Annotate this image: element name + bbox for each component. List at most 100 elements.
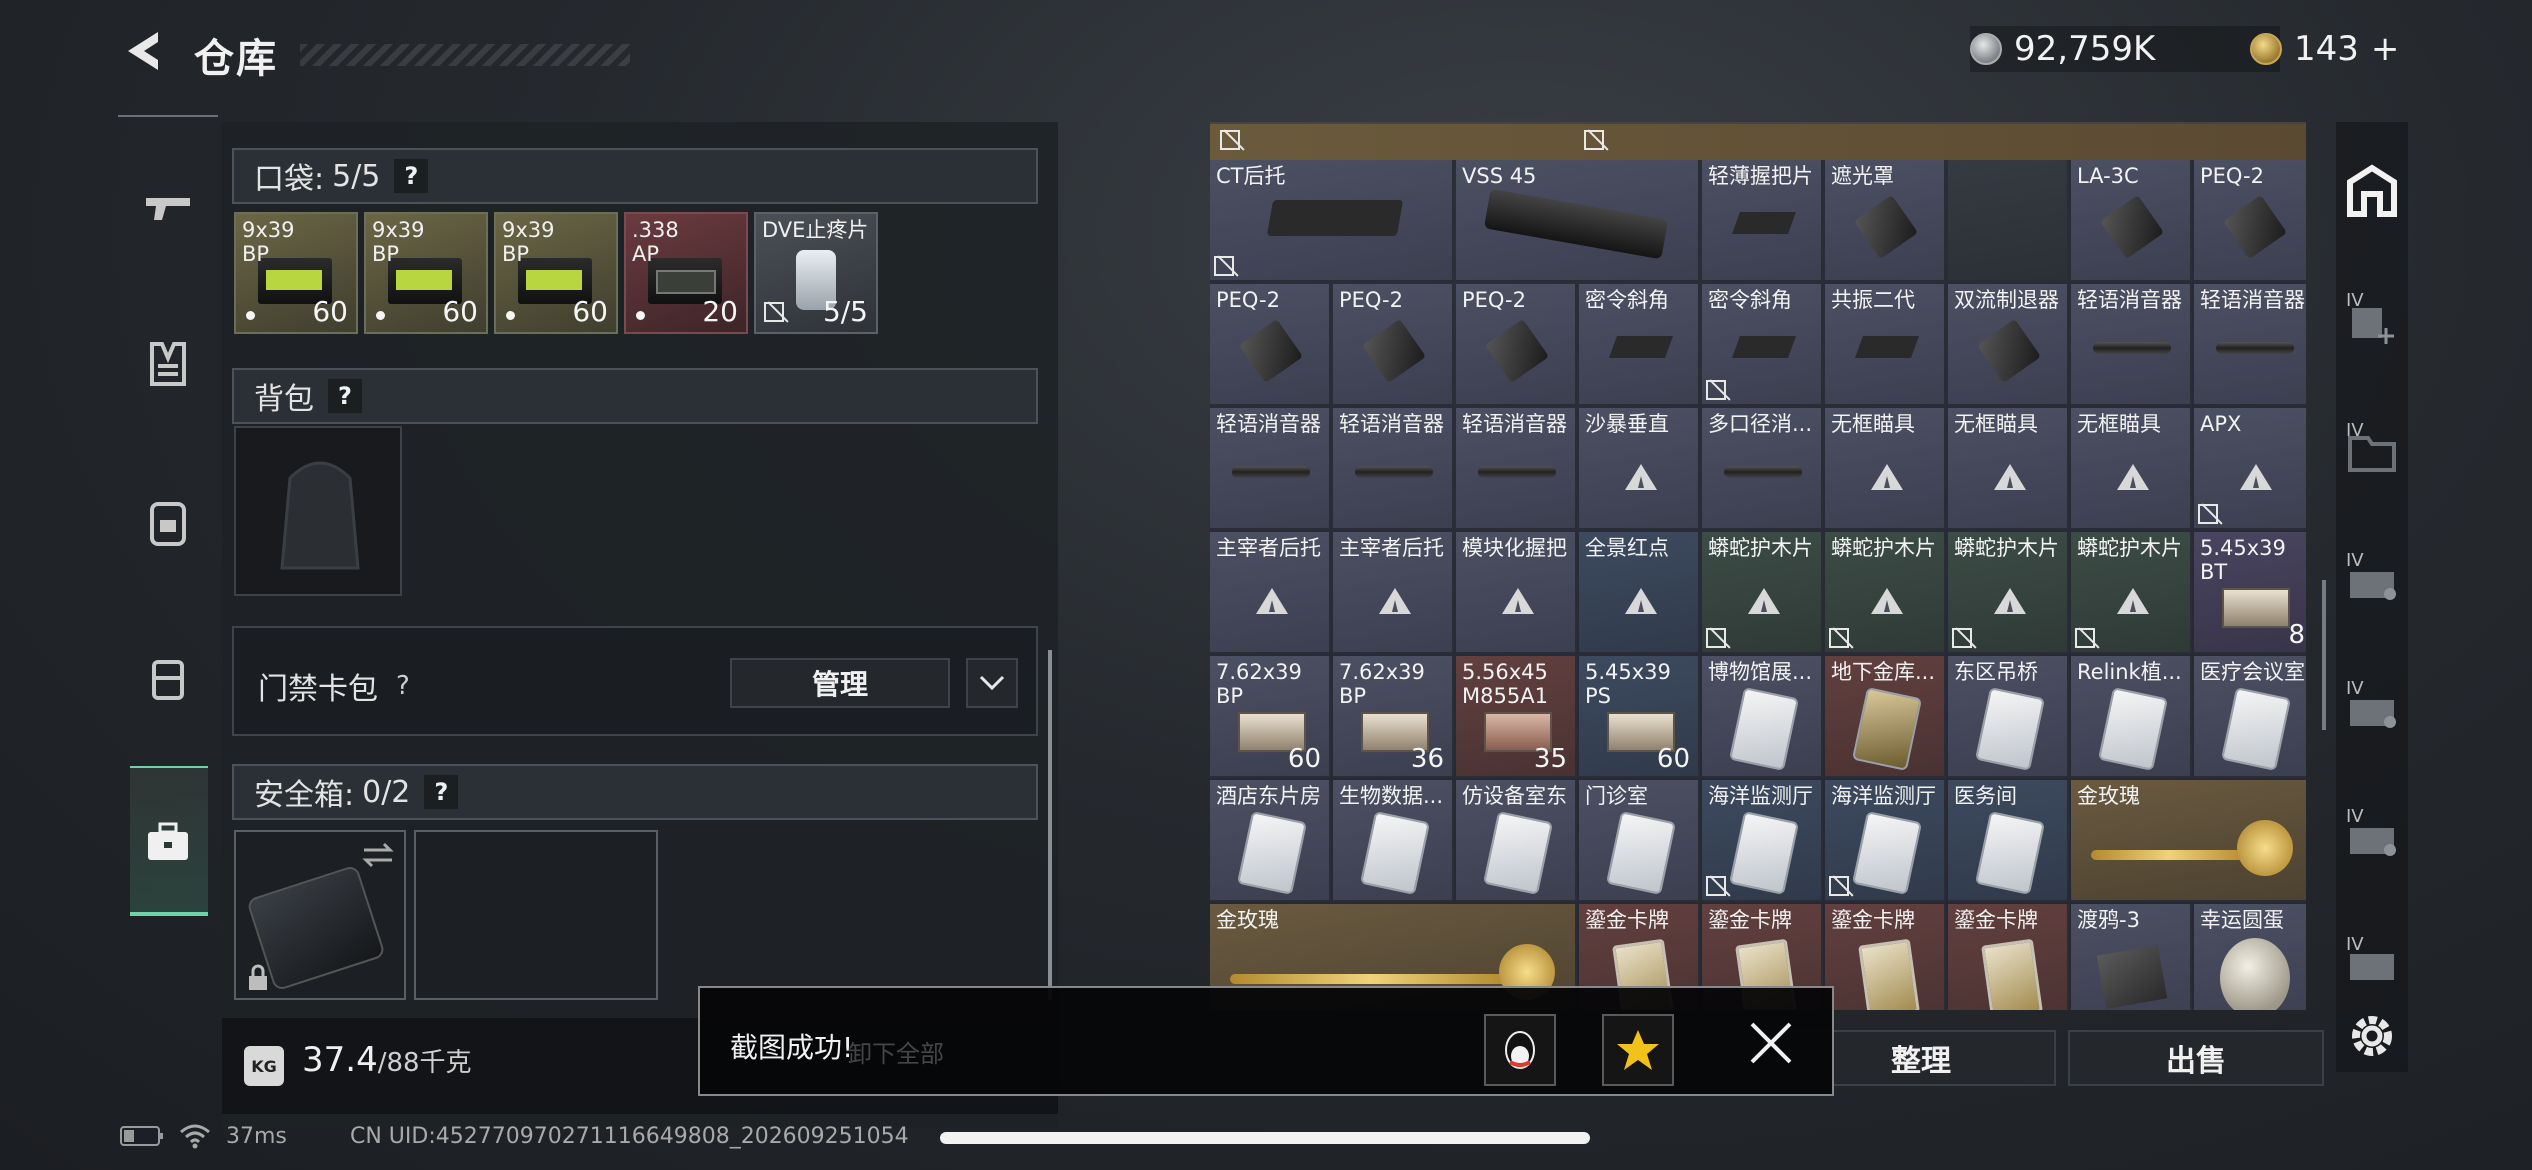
pocket-slot-1[interactable]: 9x39 BP 60 [234, 212, 358, 334]
grid-item-cell[interactable]: PEQ-2 [1210, 284, 1331, 406]
grid-item-cell[interactable]: 密令斜角 [1579, 284, 1700, 406]
grid-item-cell[interactable]: 轻薄握把片 [1702, 160, 1823, 282]
grid-item-cell[interactable]: 无框瞄具 [1825, 408, 1946, 530]
backpack-help-button[interactable]: ? [328, 379, 362, 413]
grid-item-cell[interactable]: 蟒蛇护木片 [2071, 532, 2192, 654]
grid-item-cell[interactable]: 生物数据... [1333, 780, 1454, 902]
grid-item-cell[interactable]: 轻语消音器 [1210, 408, 1331, 530]
grid-item-name: 鎏金卡牌 [1708, 908, 1792, 932]
grid-item-cell[interactable]: PEQ-2 [1333, 284, 1454, 406]
grid-item-cell[interactable]: 地下金库... [1825, 656, 1946, 778]
back-arrow-icon[interactable] [118, 26, 166, 76]
grid-item-cell[interactable]: 模块化握把 [1456, 532, 1577, 654]
pocket-label: 口袋: [254, 162, 325, 197]
share-qq-button[interactable] [1484, 1014, 1556, 1086]
grid-item-cell[interactable]: 密令斜角 [1702, 284, 1823, 406]
pocket-help-button[interactable]: ? [394, 159, 429, 193]
sell-button[interactable]: 出售 [2068, 1030, 2324, 1086]
grid-item-cell[interactable]: 蟒蛇护木片 [1825, 532, 1946, 654]
keycard-help-button[interactable]: ? [396, 671, 410, 701]
suppressor-icon [1232, 466, 1310, 478]
grid-item-cell[interactable]: 7.62x39 BP 60 [1210, 656, 1331, 778]
pocket-slot-2[interactable]: 9x39 BP 60 [364, 212, 488, 334]
backpack-tab-icon[interactable] [140, 494, 196, 550]
grid-item-name: 无框瞄具 [1954, 412, 2038, 436]
left-scrollbar[interactable] [1048, 650, 1052, 1000]
grid-item-count: 60 [1287, 744, 1321, 774]
add-gold-button[interactable]: + [2371, 29, 2400, 69]
grid-item-cell[interactable]: 医务间 [1948, 780, 2069, 902]
chevron-down-icon [979, 675, 1005, 691]
pocket-count: 5/5 [332, 158, 381, 194]
grid-item-cell[interactable]: 多口径消... [1702, 408, 1823, 530]
grid-item-cell[interactable]: 鎏金卡牌 [1948, 904, 2069, 1010]
pocket-slot-4[interactable]: .338 AP 20 [624, 212, 748, 334]
grid-item-cell[interactable]: 5.45x39 PS 60 [1579, 656, 1700, 778]
home-indicator[interactable] [940, 1132, 1590, 1144]
grid-item-cell[interactable]: 仿设备室东 [1456, 780, 1577, 902]
grid-item-cell[interactable]: 海洋监测厅 [1825, 780, 1946, 902]
grid-item-cell[interactable]: 5.45x39 BT 8 [2194, 532, 2306, 654]
toolbox-tab-icon[interactable] [140, 814, 196, 870]
grid-item-name: 主宰者后托 [1216, 536, 1321, 560]
grid-item-cell[interactable]: 轻语消音器 [2194, 284, 2306, 406]
grid-item-cell[interactable]: 蟒蛇护木片 [1702, 532, 1823, 654]
grid-item-cell[interactable]: LA-3C [2071, 160, 2192, 282]
grid-item-cell[interactable]: 渡鸦-3 [2071, 904, 2192, 1010]
share-qzone-button[interactable] [1602, 1014, 1674, 1086]
pocket-slot-5[interactable]: DVE止疼片 5/5 [754, 212, 878, 334]
grid-item-cell[interactable]: 金玫瑰 [2071, 780, 2306, 902]
safe-box-empty-slot[interactable] [414, 830, 658, 1000]
grid-item-cell[interactable]: PEQ-2 [2194, 160, 2306, 282]
grid-item-cell[interactable]: APX [2194, 408, 2306, 530]
vest-tab-icon[interactable] [140, 650, 196, 706]
weapon-tab-icon[interactable] [140, 178, 196, 234]
armor-tab-icon[interactable] [140, 336, 196, 392]
grid-item-cell[interactable]: 无框瞄具 [1948, 408, 2069, 530]
backpack-slot[interactable] [234, 426, 402, 596]
grid-item-cell[interactable]: 东区吊桥 [1948, 656, 2069, 778]
storage-home-icon[interactable] [2340, 160, 2404, 224]
grid-item-cell[interactable]: 主宰者后托 [1210, 532, 1331, 654]
swap-icon[interactable] [360, 840, 396, 870]
grid-item-cell[interactable]: 轻语消音器 [1456, 408, 1577, 530]
grid-item-cell[interactable]: 双流制退器 [1948, 284, 2069, 406]
grid-item-cell[interactable]: 主宰者后托 [1333, 532, 1454, 654]
grid-item-cell[interactable]: Relink植... [2071, 656, 2192, 778]
grid-scrollbar[interactable] [2322, 580, 2326, 730]
grid-item-cell[interactable]: 鎏金卡牌 [1825, 904, 1946, 1010]
grid-item-cell[interactable]: 幸运圆蛋 [2194, 904, 2306, 1010]
keycard-dropdown-button[interactable] [966, 658, 1018, 708]
grid-item-cell[interactable]: 沙暴垂直 [1579, 408, 1700, 530]
grid-item-name: 沙暴垂直 [1585, 412, 1669, 436]
grid-item-cell[interactable]: VSS 45 [1456, 160, 1700, 282]
safe-box-help-button[interactable]: ? [424, 775, 459, 809]
storage-grid[interactable]: CT后托 VSS 45 轻薄握把片 遮光罩 LA-3C PEQ-2 PEQ-2 PEQ-2 PE… [1210, 122, 2306, 1010]
safe-box-slot[interactable] [234, 830, 406, 1000]
grid-item-cell[interactable]: 全景红点 [1579, 532, 1700, 654]
grid-item-cell[interactable]: 门诊室 [1579, 780, 1700, 902]
grid-item-cell[interactable]: CT后托 [1210, 160, 1454, 282]
settings-gear-icon[interactable] [2340, 1004, 2404, 1068]
lock-icon [249, 964, 267, 990]
grid-item-cell[interactable]: 轻语消音器 [1333, 408, 1454, 530]
grid-item-cell[interactable]: 医疗会议室 [2194, 656, 2306, 778]
gold-currency[interactable]: 143 + [2250, 26, 2428, 72]
grid-item-cell[interactable]: PEQ-2 [1456, 284, 1577, 406]
grid-item-cell[interactable]: 5.56x45 M855A1 35 [1456, 656, 1577, 778]
grid-item-cell[interactable]: 无框瞄具 [2071, 408, 2192, 530]
pocket-slot-3[interactable]: 9x39 BP 60 [494, 212, 618, 334]
grid-item-cell[interactable]: 蟒蛇护木片 [1948, 532, 2069, 654]
close-icon[interactable] [1746, 1018, 1796, 1068]
grid-item-cell[interactable]: 博物馆展... [1702, 656, 1823, 778]
manage-button[interactable]: 管理 [730, 658, 950, 708]
grid-item-cell[interactable]: 海洋监测厅 [1702, 780, 1823, 902]
radio-device-icon [2096, 945, 2168, 1009]
grid-item-cell[interactable]: 酒店东片房 [1210, 780, 1331, 902]
grid-item-cell[interactable]: 共振二代 [1825, 284, 1946, 406]
grid-item-cell[interactable]: 遮光罩 [1825, 160, 1946, 282]
grid-item-cell[interactable] [1948, 160, 2069, 282]
grid-item-name: 轻语消音器 [2077, 288, 2182, 312]
grid-item-cell[interactable]: 7.62x39 BP 36 [1333, 656, 1454, 778]
grid-item-cell[interactable]: 轻语消音器 [2071, 284, 2192, 406]
